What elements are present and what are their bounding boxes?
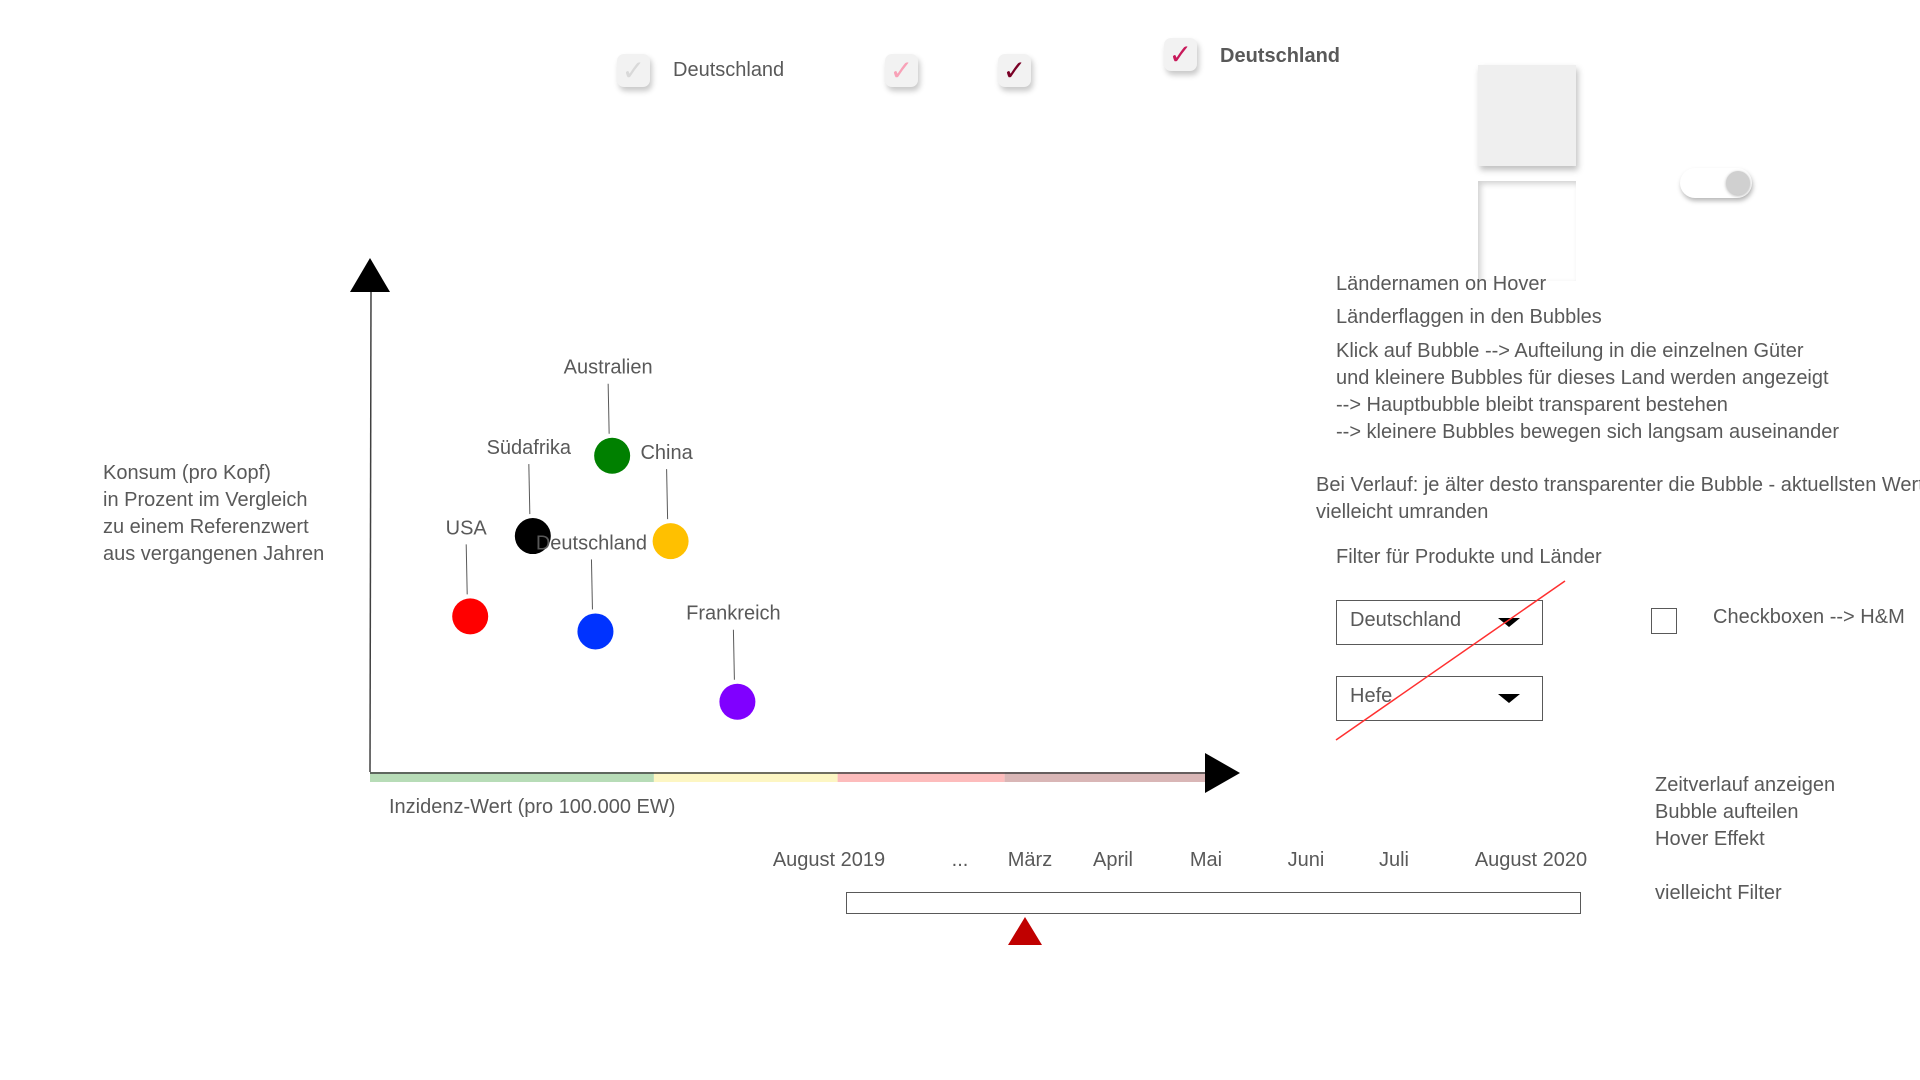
bubble-leader-line <box>528 464 531 515</box>
bubble-label: Deutschland <box>536 532 647 554</box>
bubble-label: Südafrika <box>487 437 572 459</box>
bubble-australien[interactable] <box>594 437 631 474</box>
bubble-label: USA <box>446 517 488 539</box>
bubble-usa[interactable] <box>452 598 489 635</box>
bubble-leader-line <box>732 629 735 680</box>
bubble-leader-line <box>590 559 593 610</box>
bubble-leader-line <box>666 469 669 520</box>
y-axis-arrow-icon <box>350 258 390 292</box>
bubble-frankreich[interactable] <box>719 683 756 720</box>
timeline-label[interactable]: August 2020 <box>1431 847 1631 874</box>
bubble-label: Frankreich <box>686 603 780 625</box>
bubble-label: Australien <box>564 357 653 379</box>
bubble-label: China <box>640 442 693 464</box>
y-axis-line <box>369 289 372 773</box>
bubble-leader-line <box>465 544 468 595</box>
bubble-leader-line <box>607 383 610 434</box>
bubble-china[interactable] <box>652 523 689 560</box>
timeline-marker-icon[interactable] <box>1006 915 1044 947</box>
timeline-slider-track[interactable] <box>846 892 1581 914</box>
x-axis-arrow-icon <box>1205 753 1240 793</box>
bubble-deutschland[interactable] <box>577 613 614 650</box>
bubble-chart: USA Südafrika Deutschland Australien China Fr… <box>350 258 1240 793</box>
